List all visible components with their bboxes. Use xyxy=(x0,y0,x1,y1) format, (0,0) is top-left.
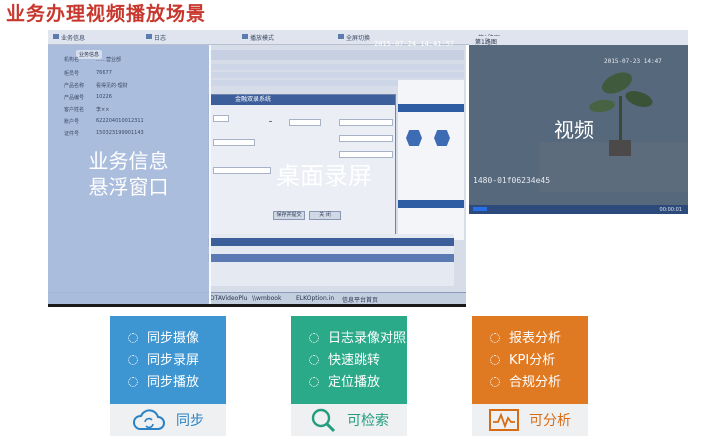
bullet-icon xyxy=(309,377,319,387)
overlay-value: 看得见的·理财 xyxy=(96,83,128,89)
tab-business-info[interactable]: 业务信息 xyxy=(61,33,85,42)
log-icon xyxy=(146,34,152,39)
overlay-caption: 业务信息 悬浮窗口 xyxy=(88,149,169,199)
overlay-label: 机构名 xyxy=(64,57,80,63)
card-item: 报表分析 xyxy=(472,328,588,350)
pulse-chart-icon xyxy=(489,409,519,431)
card-analysis: 报表分析 KPI分析 合规分析 可分析 xyxy=(472,316,588,436)
bullet-icon xyxy=(490,377,500,387)
video-osd-id: 1480-01f06234e45 xyxy=(473,176,551,185)
tab-play-mode[interactable]: 播放模式 xyxy=(250,33,274,42)
fullscreen-icon xyxy=(338,34,344,39)
tab-fullscreen[interactable]: 全屏切换 xyxy=(346,33,370,42)
bullet-icon xyxy=(128,377,138,387)
overlay-label: 产品编号 xyxy=(64,95,85,101)
divider xyxy=(209,32,211,304)
overlay-value: 10226 xyxy=(96,94,112,100)
taskbar-item[interactable]: \\wmbook xyxy=(252,295,281,302)
card-item: 合规分析 xyxy=(472,372,588,394)
overlay-label: 账户号 xyxy=(64,119,80,125)
bullet-icon xyxy=(128,333,138,343)
taskbar-item[interactable]: 信息平台首页 xyxy=(342,295,378,304)
card-item: 同步录屏 xyxy=(110,350,226,372)
overlay-value: ……营业部 xyxy=(96,57,122,63)
card-item: 同步播放 xyxy=(110,372,226,394)
desktop-caption: 桌面录屏 xyxy=(276,162,372,190)
video-control-bar[interactable] xyxy=(469,205,688,214)
tab-log[interactable]: 日志 xyxy=(154,33,166,42)
video-caption: 视频 xyxy=(554,118,594,142)
app-window-row xyxy=(208,64,464,70)
app-window-row xyxy=(208,72,464,78)
lower-panel xyxy=(208,234,454,286)
app-window-header xyxy=(208,50,464,60)
card-item: 同步摄像 xyxy=(110,328,226,350)
overlay-label: 产品名称 xyxy=(64,83,85,89)
card-footer-label: 可分析 xyxy=(529,413,571,429)
taskbar-item[interactable]: ELKOption.in xyxy=(296,295,334,302)
video-time: 00:00:01 xyxy=(659,207,682,213)
page-title: 业务办理视频播放场景 xyxy=(6,3,207,25)
card-item: 日志录像对照 xyxy=(291,328,407,350)
card-sync: 同步摄像 同步录屏 同步播放 同步 xyxy=(110,316,226,436)
business-info-overlay: 业务信息 机构名 ……营业部 柜员号 76677 产品名称 看得见的·理财 产品… xyxy=(48,32,209,304)
taskbar-item[interactable]: DTAVideoPlu xyxy=(210,295,247,302)
card-item: KPI分析 xyxy=(472,350,588,372)
screenshot-composite: 金融双录系统 ━ 保存并提交 关 闭 DTAVideoPlu \\wmbook … xyxy=(48,30,688,308)
overlay-label: 证件号 xyxy=(64,131,80,137)
bullet-icon xyxy=(309,355,319,365)
video-progress[interactable] xyxy=(473,207,487,211)
search-magnifier-icon xyxy=(311,408,336,433)
recording-timestamp: 2015-07-24 14:41:57 xyxy=(374,40,455,48)
bullet-icon xyxy=(490,355,500,365)
overlay-value: 150323199901143 xyxy=(96,130,144,136)
monitor-icon xyxy=(242,34,248,39)
card-item: 定位播放 xyxy=(291,372,407,394)
card-item: 快速跳转 xyxy=(291,350,407,372)
card-search: 日志录像对照 快速跳转 定位播放 可检索 xyxy=(291,316,407,436)
dialog-title: 金融双录系统 xyxy=(209,95,395,105)
overlay-value: 李×× xyxy=(96,107,110,113)
overlay-value: 76677 xyxy=(96,70,112,76)
card-footer-label: 可检索 xyxy=(347,413,389,429)
bullet-icon xyxy=(490,333,500,343)
info-icon xyxy=(53,34,59,39)
bullet-icon xyxy=(128,355,138,365)
dialog-save-button[interactable]: 保存并提交 xyxy=(273,211,305,220)
cloud-sync-icon xyxy=(133,409,165,430)
card-footer-label: 同步 xyxy=(176,413,204,429)
app-window-row xyxy=(208,80,398,86)
right-side-panel xyxy=(398,80,464,240)
overlay-value: 622204010012311 xyxy=(96,118,144,124)
video-osd-time: 2015-07-23 14:47 xyxy=(604,58,662,65)
dialog-close-button[interactable]: 关 闭 xyxy=(309,211,341,220)
desktop-recording: 金融双录系统 ━ 保存并提交 关 闭 DTAVideoPlu \\wmbook … xyxy=(48,30,466,307)
bullet-icon xyxy=(309,333,319,343)
overlay-label: 客户姓名 xyxy=(64,107,85,113)
overlay-label: 柜员号 xyxy=(64,71,80,77)
